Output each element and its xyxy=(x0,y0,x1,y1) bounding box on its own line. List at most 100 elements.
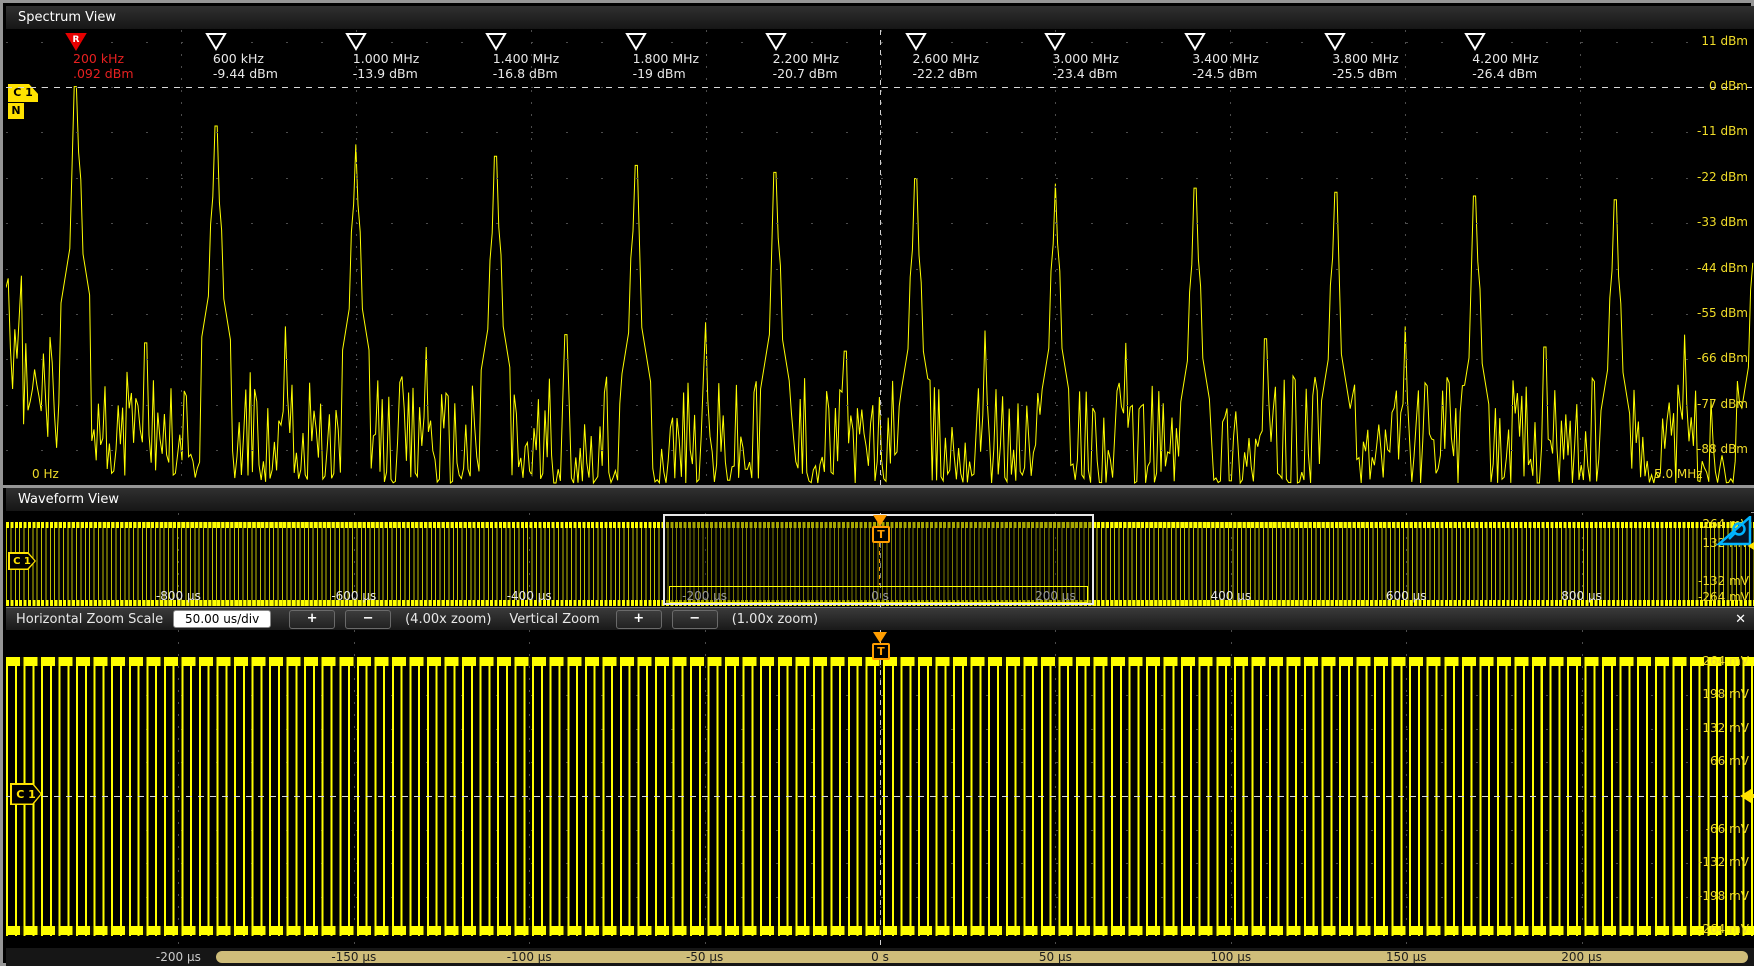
zoom-time-label: -50 µs xyxy=(686,950,723,964)
horizontal-zoom-plus-button[interactable]: + xyxy=(289,610,335,629)
marker-frequency-label: 3.000 MHz xyxy=(1052,51,1119,66)
zoomed-trigger-marker-icon[interactable] xyxy=(873,632,887,643)
spectrum-level-label: -77 dBm xyxy=(1697,397,1748,411)
spectrum-level-label: -11 dBm xyxy=(1697,124,1748,138)
zoomed-waveform-panel[interactable]: 264 mV198 mV132 mV66 mV-66 mV-132 mV-198… xyxy=(6,630,1754,948)
spectrum-titlebar: Spectrum View xyxy=(6,6,1754,30)
horizontal-zoom-scrollbar[interactable] xyxy=(216,951,1748,963)
trigger-position-badge[interactable]: T xyxy=(872,526,890,543)
overview-time-label: 600 µs xyxy=(1386,589,1427,603)
spectrum-center-frequency-line xyxy=(880,30,881,485)
vertical-zoom-minus-button[interactable]: − xyxy=(672,610,718,629)
peak-marker-icon[interactable] xyxy=(205,33,227,51)
trigger-marker-line xyxy=(879,543,880,585)
zoomed-level-label: 66 mV xyxy=(1710,754,1749,768)
zoomed-center-time-line xyxy=(880,630,881,948)
waveform-overview-panel[interactable]: -800 µs-600 µs-400 µs-200 µs0 s200 µs400… xyxy=(6,513,1754,607)
vertical-zoom-plus-button[interactable]: + xyxy=(616,610,662,629)
zoom-time-label: 50 µs xyxy=(1039,950,1072,964)
marker-frequency-label: 2.600 MHz xyxy=(913,51,980,66)
peak-marker-icon[interactable] xyxy=(1044,33,1066,51)
marker-frequency-label: 1.400 MHz xyxy=(493,51,560,66)
marker-level-label: -16.8 dBm xyxy=(493,66,558,81)
marker-level-label: -19 dBm xyxy=(633,66,686,81)
zoomed-level-label: -132 mV xyxy=(1698,855,1749,869)
overview-time-label: 400 µs xyxy=(1210,589,1251,603)
spectrum-grid-line xyxy=(1405,30,1406,485)
trigger-marker-icon[interactable] xyxy=(873,515,887,526)
overview-level-label: -132 mV xyxy=(1698,574,1749,588)
spectrum-channel-badge-sub: N xyxy=(8,103,24,119)
marker-frequency-label: 1.800 MHz xyxy=(633,51,700,66)
peak-marker-icon[interactable] xyxy=(1324,33,1346,51)
zoom-magnifier-icon[interactable] xyxy=(1716,516,1752,546)
marker-level-label: -23.4 dBm xyxy=(1052,66,1117,81)
zoom-time-label: -200 µs xyxy=(156,950,201,964)
marker-level-label: -25.5 dBm xyxy=(1332,66,1397,81)
spectrum-level-label: -88 dBm xyxy=(1697,442,1748,456)
spectrum-level-label: 0 dBm xyxy=(1709,79,1748,93)
marker-level-label: -26.4 dBm xyxy=(1472,66,1537,81)
zoom-time-axis: -200 µs-150 µs-100 µs-50 µs0 s50 µs100 µ… xyxy=(6,948,1754,966)
marker-frequency-label: 2.200 MHz xyxy=(773,51,840,66)
close-icon[interactable]: ✕ xyxy=(1735,612,1746,627)
marker-frequency-label: 4.200 MHz xyxy=(1472,51,1539,66)
horizontal-zoom-scale-label: Horizontal Zoom Scale xyxy=(16,612,163,627)
overview-channel-badge-inner: C 1 xyxy=(10,554,35,569)
spectrum-grid-line xyxy=(1580,30,1581,485)
reference-marker-icon[interactable]: R xyxy=(65,33,87,51)
overview-time-label: -400 µs xyxy=(507,589,552,603)
zoomed-level-label: -264 mV xyxy=(1698,922,1749,936)
svg-text:R: R xyxy=(73,35,80,45)
horizontal-zoom-scale-input[interactable]: 50.00 us/div xyxy=(173,610,271,628)
horizontal-zoom-minus-button[interactable]: − xyxy=(345,610,391,629)
marker-frequency-label: 200 kHz xyxy=(73,51,124,66)
zoom-time-label: 150 µs xyxy=(1386,950,1427,964)
spectrum-reference-level-line xyxy=(6,87,1754,88)
spectrum-level-label: -66 dBm xyxy=(1697,351,1748,365)
spectrum-plot[interactable]: C 1 N 0 Hz 5.0 MHz 11 dBm0 dBm-11 dBm-22… xyxy=(6,30,1754,485)
peak-marker-icon[interactable] xyxy=(1464,33,1486,51)
spectrum-grid-line xyxy=(531,30,532,485)
peak-marker-icon[interactable] xyxy=(765,33,787,51)
marker-level-label: -9.44 dBm xyxy=(213,66,278,81)
marker-level-label: .092 dBm xyxy=(73,66,134,81)
peak-marker-icon[interactable] xyxy=(625,33,647,51)
vertical-zoom-readout: (1.00x zoom) xyxy=(732,612,818,627)
spectrum-grid-line xyxy=(1055,30,1056,485)
zoomed-channel-level-arrow-icon xyxy=(1740,789,1751,803)
marker-level-label: -24.5 dBm xyxy=(1192,66,1257,81)
peak-marker-icon[interactable] xyxy=(485,33,507,51)
marker-level-label: -13.9 dBm xyxy=(353,66,418,81)
spectrum-grid-line xyxy=(356,30,357,485)
zoom-region-vertical-range[interactable] xyxy=(669,586,1088,603)
marker-frequency-label: 1.000 MHz xyxy=(353,51,420,66)
peak-marker-icon[interactable] xyxy=(345,33,367,51)
spectrum-grid-line xyxy=(706,30,707,485)
marker-level-label: -22.2 dBm xyxy=(913,66,978,81)
spectrum-level-label: -33 dBm xyxy=(1697,215,1748,229)
peak-marker-icon[interactable] xyxy=(905,33,927,51)
spectrum-level-label: -44 dBm xyxy=(1697,261,1748,275)
zoomed-level-label: 264 mV xyxy=(1702,654,1749,668)
zoom-toolbar: Horizontal Zoom Scale 50.00 us/div + − (… xyxy=(6,607,1754,630)
zoomed-level-label: 198 mV xyxy=(1702,687,1749,701)
zoom-time-label: -100 µs xyxy=(507,950,552,964)
peak-marker-icon[interactable] xyxy=(1184,33,1206,51)
zoomed-level-label: -198 mV xyxy=(1698,889,1749,903)
marker-level-label: -20.7 dBm xyxy=(773,66,838,81)
marker-frequency-label: 3.400 MHz xyxy=(1192,51,1259,66)
spectrum-level-label: 11 dBm xyxy=(1701,34,1748,48)
spectrum-grid-line xyxy=(181,30,182,485)
overview-level-label: -264 mV xyxy=(1698,590,1749,604)
spectrum-grid-line xyxy=(1230,30,1231,485)
zoomed-channel-badge-inner: C 1 xyxy=(12,785,41,804)
overview-time-label: 800 µs xyxy=(1561,589,1602,603)
overview-time-label: -800 µs xyxy=(156,589,201,603)
marker-frequency-label: 3.800 MHz xyxy=(1332,51,1399,66)
horizontal-zoom-readout: (4.00x zoom) xyxy=(405,612,491,627)
waveform-title: Waveform View xyxy=(18,492,119,507)
spectrum-freq-start-label: 0 Hz xyxy=(32,467,59,481)
spectrum-freq-end-label: 5.0 MHz xyxy=(1654,467,1703,481)
zoomed-trigger-position-badge[interactable]: T xyxy=(872,643,890,660)
